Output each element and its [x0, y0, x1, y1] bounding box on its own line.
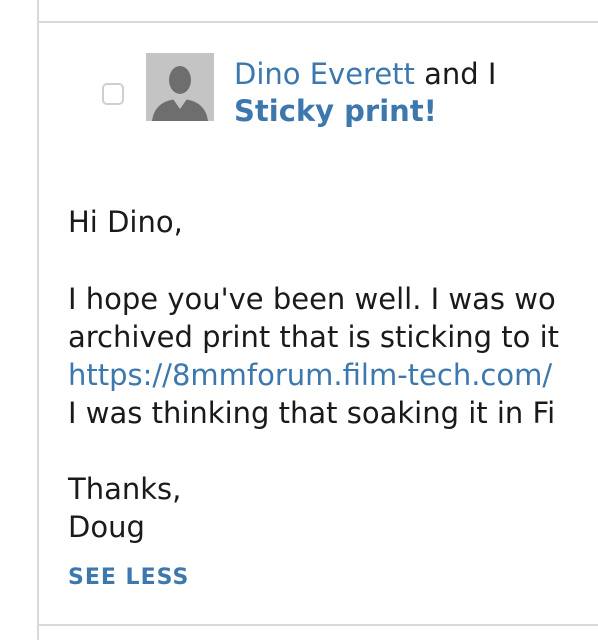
select-message-checkbox[interactable]: [102, 83, 124, 105]
message-body-line-4: I was thinking that soaking it in Fi: [68, 396, 556, 430]
message-subject[interactable]: Sticky print!: [234, 93, 437, 129]
default-user-avatar-icon: [146, 53, 214, 121]
thread-left-border: [37, 0, 39, 640]
message-bottom-divider: [38, 624, 598, 626]
message-top-divider: [38, 21, 598, 23]
message-participants: Dino Everett and I: [234, 56, 497, 92]
recipients-suffix: and I: [414, 57, 497, 91]
message-greeting: Hi Dino,: [68, 205, 183, 239]
see-less-button[interactable]: SEE LESS: [68, 565, 189, 591]
avatar: [146, 53, 214, 121]
message-signoff: Thanks,: [68, 472, 182, 506]
sender-name-link[interactable]: Dino Everett: [234, 57, 415, 91]
message-body-line-1: I hope you've been well. I was wo: [68, 282, 556, 316]
message-body-line-2: archived print that is sticking to it: [68, 320, 560, 354]
message-body-link[interactable]: https://8mmforum.film-tech.com/: [68, 356, 552, 394]
message-signature: Doug: [68, 510, 145, 544]
